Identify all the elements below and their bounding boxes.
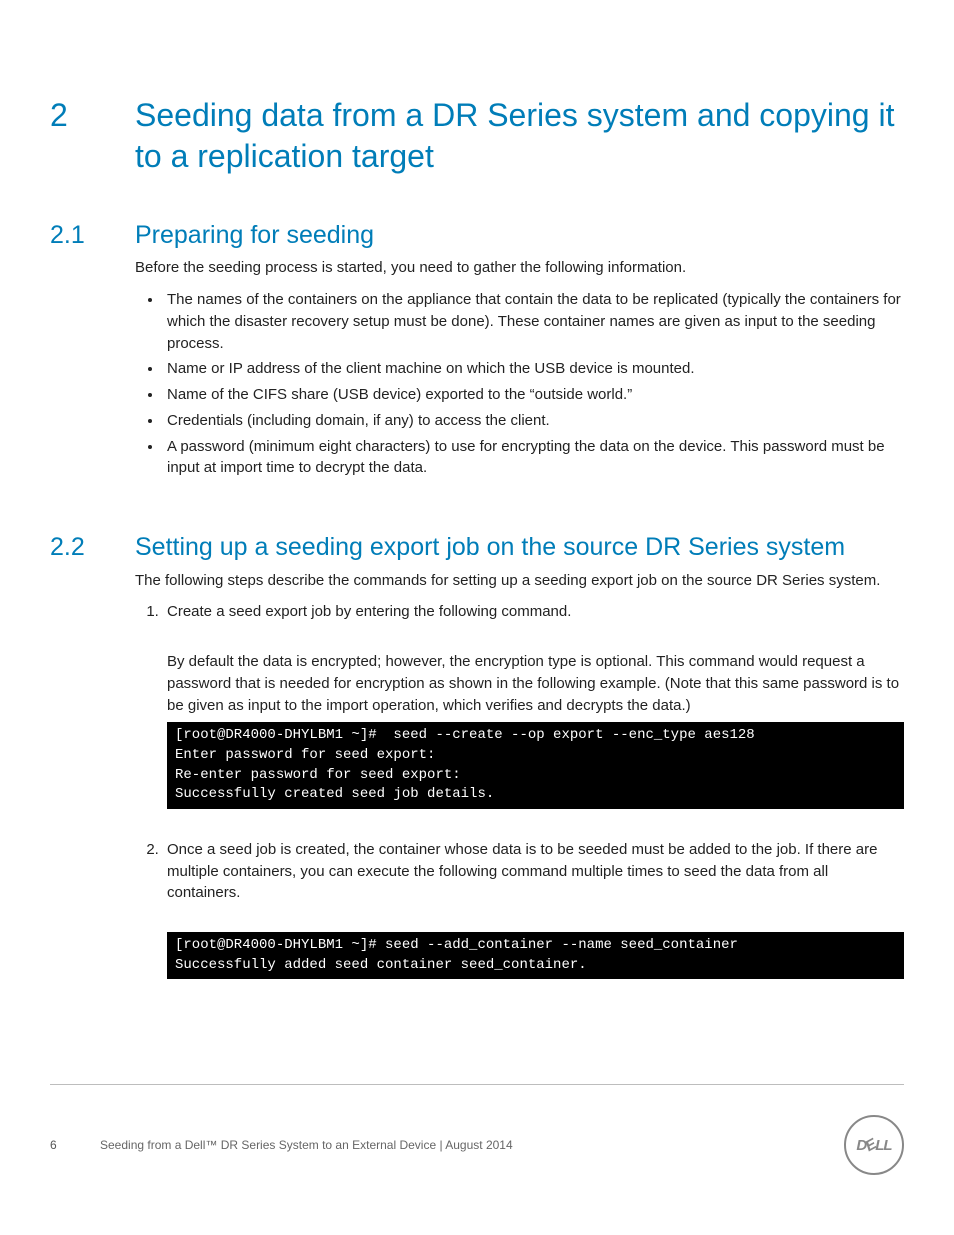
- list-item: The names of the containers on the appli…: [163, 289, 904, 354]
- page-footer: 6 Seeding from a Dell™ DR Series System …: [50, 1084, 904, 1175]
- section-2-1-body: Before the seeding process is started, y…: [135, 257, 904, 479]
- footer-title: Seeding from a Dell™ DR Series System to…: [100, 1138, 513, 1152]
- intro-paragraph: The following steps describe the command…: [135, 570, 904, 592]
- heading-2-2: 2.2 Setting up a seeding export job on t…: [50, 531, 904, 564]
- page-content: 2 Seeding data from a DR Series system a…: [50, 95, 904, 1235]
- intro-paragraph: Before the seeding process is started, y…: [135, 257, 904, 279]
- ordered-steps: Create a seed export job by entering the…: [135, 601, 904, 979]
- heading-2-2-title: Setting up a seeding export job on the s…: [135, 531, 904, 564]
- step-item: Once a seed job is created, the containe…: [163, 839, 904, 979]
- heading-1: 2 Seeding data from a DR Series system a…: [50, 95, 904, 177]
- bullet-list: The names of the containers on the appli…: [135, 289, 904, 479]
- step-lead: Create a seed export job by entering the…: [167, 603, 571, 620]
- step-paragraph: By default the data is encrypted; howeve…: [167, 651, 904, 716]
- step-lead: Once a seed job is created, the containe…: [167, 841, 877, 902]
- heading-2-1-number: 2.1: [50, 219, 135, 252]
- heading-2-2-number: 2.2: [50, 531, 135, 564]
- step-item: Create a seed export job by entering the…: [163, 601, 904, 808]
- page-number: 6: [50, 1138, 100, 1152]
- footer-left: 6 Seeding from a Dell™ DR Series System …: [50, 1138, 513, 1152]
- list-item: A password (minimum eight characters) to…: [163, 436, 904, 480]
- heading-2-1: 2.1 Preparing for seeding: [50, 219, 904, 252]
- terminal-block: [root@DR4000-DHYLBM1 ~]# seed --create -…: [167, 722, 904, 808]
- section-2-2-body: The following steps describe the command…: [135, 570, 904, 980]
- heading-1-title: Seeding data from a DR Series system and…: [135, 95, 904, 177]
- heading-2-1-title: Preparing for seeding: [135, 219, 904, 252]
- terminal-block: [root@DR4000-DHYLBM1 ~]# seed --add_cont…: [167, 932, 904, 979]
- list-item: Credentials (including domain, if any) t…: [163, 410, 904, 432]
- heading-1-number: 2: [50, 95, 135, 135]
- dell-logo-icon: DELL: [844, 1115, 904, 1175]
- list-item: Name or IP address of the client machine…: [163, 358, 904, 380]
- list-item: Name of the CIFS share (USB device) expo…: [163, 384, 904, 406]
